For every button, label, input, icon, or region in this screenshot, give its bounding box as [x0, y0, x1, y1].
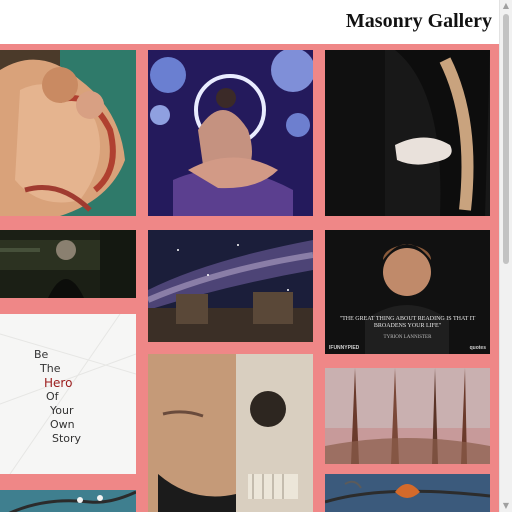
misty-forest-image[interactable]	[325, 368, 490, 464]
hero-line: Be	[34, 348, 49, 361]
header: Masonry Gallery	[0, 0, 500, 44]
page-title: Masonry Gallery	[345, 10, 492, 32]
quote-portrait-image[interactable]: "THE GREAT THING ABOUT READING IS THAT I…	[325, 230, 490, 354]
hero-line: The	[40, 362, 61, 375]
half-face-skull-image[interactable]	[148, 354, 313, 512]
brand-left-text: IFUNNYPIED	[329, 345, 360, 351]
milky-way-night-sky-image[interactable]	[148, 230, 313, 342]
quote-attribution: TYRION LANNISTER	[383, 335, 432, 340]
brand-right-text: quotes	[469, 345, 486, 351]
hero-line: Your	[50, 404, 74, 417]
embracing-couple-painting-image[interactable]	[0, 50, 136, 216]
hero-line: Of	[46, 390, 59, 403]
scroll-thumb[interactable]	[503, 14, 509, 264]
cosmic-lovers-art-image[interactable]	[148, 50, 313, 216]
hero-line: Hero	[44, 376, 73, 390]
masonry-gallery[interactable]: Be The Hero Of Your Own Story "THE GREAT…	[0, 44, 500, 512]
scroll-down-icon[interactable]: ▼	[502, 502, 510, 510]
dark-embrace-photo-image[interactable]	[325, 50, 490, 216]
hero-text: Be The Hero Of Your Own Story	[34, 348, 81, 446]
autumn-leaf-image[interactable]	[325, 474, 490, 512]
scroll-up-icon[interactable]: ▲	[502, 2, 510, 10]
dark-film-still-image[interactable]	[0, 230, 136, 298]
quote-text: "THE GREAT THING ABOUT READING IS THAT I…	[339, 316, 476, 329]
hero-line: Story	[52, 432, 82, 445]
be-the-hero-text-image[interactable]: Be The Hero Of Your Own Story	[0, 314, 136, 474]
tree-branch-image[interactable]	[0, 490, 136, 512]
hero-line: Own	[50, 418, 75, 431]
vertical-scrollbar[interactable]: ▲ ▼	[499, 0, 512, 512]
